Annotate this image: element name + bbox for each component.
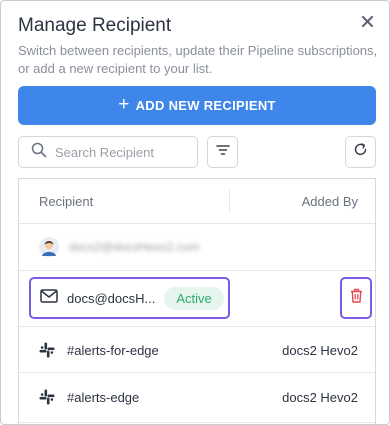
table-row[interactable]: #alerts-edge docs2 Hevo2: [19, 373, 375, 423]
search-icon: [31, 142, 47, 163]
search-placeholder: Search Recipient: [55, 144, 154, 160]
recipient-email: docs2@docsHevo2.com: [69, 240, 200, 254]
trash-icon: [350, 288, 363, 308]
slack-icon: [39, 342, 55, 358]
recipient-email: docs@docsH...: [67, 290, 156, 306]
recipient-table: Recipient Added By docs2@docsHevo2.com d…: [18, 178, 376, 425]
channel-name: #alerts-for-edge: [67, 343, 159, 358]
recipient-cell[interactable]: docs@docsH... Active: [29, 277, 230, 319]
manage-recipient-dialog: Manage Recipient Switch between recipien…: [0, 0, 390, 425]
dialog-subtitle: Switch between recipients, update their …: [18, 43, 378, 76]
dialog-title: Manage Recipient: [18, 15, 172, 36]
refresh-button[interactable]: [345, 136, 376, 168]
add-button-label: ADD NEW RECIPIENT: [135, 98, 276, 113]
delete-recipient-button[interactable]: [340, 277, 372, 319]
table-row[interactable]: #alerts-for-edge docs2 Hevo2: [19, 327, 375, 373]
plus-icon: +: [118, 94, 130, 115]
added-by: docs2 Hevo2: [282, 343, 358, 358]
search-input[interactable]: Search Recipient: [18, 136, 198, 168]
table-row[interactable]: docs@docsH... Active: [19, 271, 375, 327]
column-divider: [229, 190, 230, 212]
filter-button[interactable]: [207, 136, 238, 168]
status-badge: Active: [164, 286, 224, 310]
close-icon[interactable]: [359, 13, 375, 29]
filter-icon: [215, 143, 230, 161]
table-header: Recipient Added By: [19, 179, 375, 224]
slack-icon: [39, 389, 55, 405]
avatar: [39, 237, 59, 257]
channel-name: #alerts-edge: [67, 390, 140, 405]
column-header-recipient: Recipient: [39, 194, 94, 209]
added-by: docs2 Hevo2: [282, 390, 358, 405]
mail-icon: [40, 288, 58, 308]
table-row[interactable]: docs2@docsHevo2.com: [19, 224, 375, 271]
column-header-added-by: Added By: [301, 194, 358, 209]
add-new-recipient-button[interactable]: + ADD NEW RECIPIENT: [18, 86, 376, 125]
refresh-icon: [353, 142, 368, 162]
